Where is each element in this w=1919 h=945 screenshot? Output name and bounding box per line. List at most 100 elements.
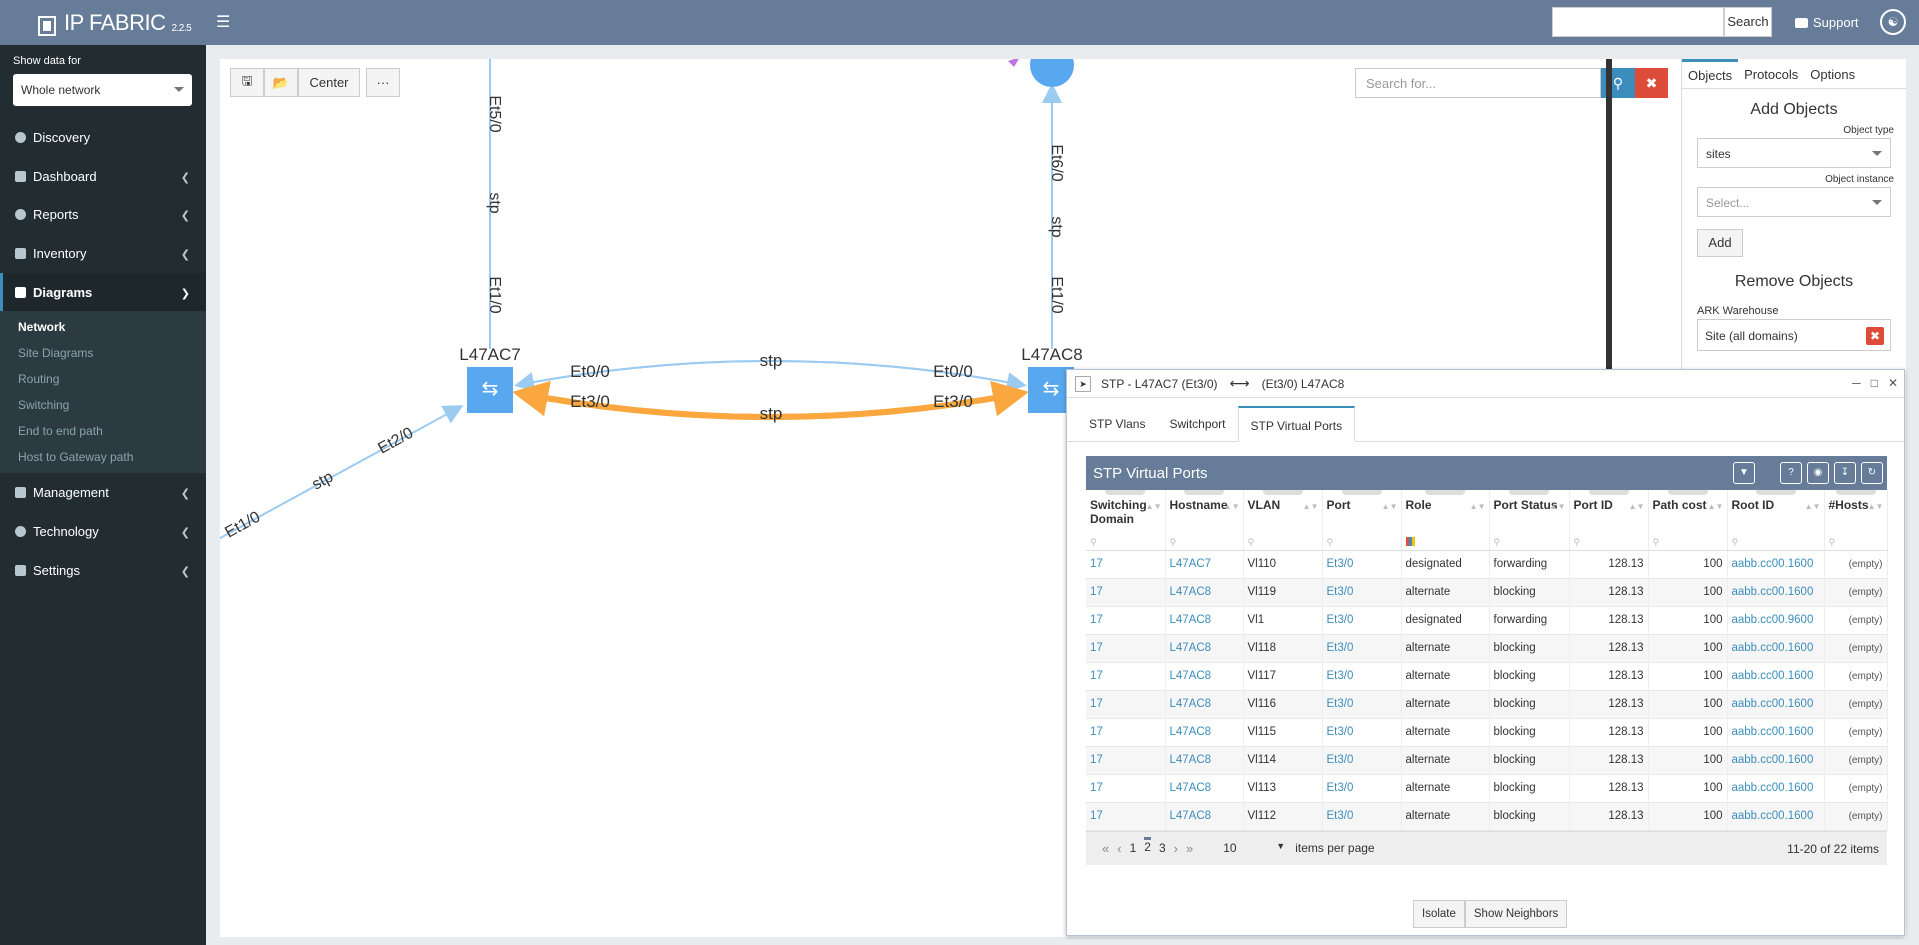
send-icon[interactable]: ➤ [1075, 375, 1091, 392]
table-cell[interactable]: L47AC8 [1165, 718, 1244, 747]
tab-objects[interactable]: Objects [1682, 59, 1739, 88]
table-cell[interactable]: Et3/0 [1322, 690, 1402, 719]
table-cell[interactable]: 17 [1086, 774, 1166, 803]
table-row[interactable]: 17 L47AC8 Vl116 Et3/0 alternate blocking 128.1… [1086, 690, 1888, 719]
maximize-icon[interactable]: □ [1871, 376, 1878, 390]
table-cell[interactable]: 17 [1086, 550, 1166, 579]
app-logo[interactable]: IP FABRIC 2.2.5 [38, 10, 192, 36]
sidebar-item-dashboard[interactable]: Dashboard ❮ [0, 157, 206, 196]
top-search-input[interactable] [1552, 7, 1724, 37]
close-icon[interactable]: ✕ [1888, 376, 1898, 390]
upper-router-node[interactable] [1030, 43, 1074, 87]
submenu-item-site-diagrams[interactable]: Site Diagrams [0, 340, 206, 366]
column-filter-input[interactable]: ⚲ [1824, 536, 1888, 551]
column-filter-input[interactable]: ⚲ [1489, 536, 1570, 551]
tab-stp-vlans[interactable]: STP Vlans [1077, 406, 1157, 441]
per-page-select[interactable]: 10 ▼ [1223, 841, 1285, 855]
table-cell[interactable]: aabb.cc00.9600 [1727, 606, 1825, 635]
sidebar-item-management[interactable]: Management ❮ [0, 473, 206, 512]
sidebar-item-reports[interactable]: Reports ❮ [0, 195, 206, 234]
sidebar-item-settings[interactable]: Settings ❮ [0, 551, 206, 590]
table-cell[interactable]: 17 [1086, 718, 1166, 747]
table-row[interactable]: 17 L47AC8 Vl114 Et3/0 alternate blocking 128.1… [1086, 746, 1888, 775]
dialog-title-bar[interactable]: ➤ STP - L47AC7 (Et3/0) ⟷ (Et3/0) L47AC8 … [1067, 370, 1904, 398]
column-header[interactable]: Port ID ▲▼ [1569, 490, 1649, 536]
table-cell[interactable]: 17 [1086, 746, 1166, 775]
column-header[interactable]: Role ▲▼ [1401, 490, 1490, 536]
sidebar-item-technology[interactable]: Technology ❮ [0, 512, 206, 551]
sidebar-item-inventory[interactable]: Inventory ❮ [0, 234, 206, 273]
top-search-button[interactable]: Search [1724, 7, 1772, 37]
column-header[interactable]: Port ▲▼ [1322, 490, 1402, 536]
table-cell[interactable]: Et3/0 [1322, 578, 1402, 607]
clear-search-icon[interactable]: ✖ [1635, 68, 1668, 98]
submenu-item-end-to-end-path[interactable]: End to end path [0, 418, 206, 444]
filter-clear-icon[interactable]: ▼ [1733, 462, 1755, 484]
remove-site-icon[interactable]: ✖ [1866, 327, 1884, 345]
tab-switchport[interactable]: Switchport [1157, 406, 1237, 441]
table-cell[interactable]: 17 [1086, 634, 1166, 663]
page-3[interactable]: 3 [1159, 841, 1166, 855]
color-filter-icon[interactable] [1401, 536, 1490, 551]
column-header[interactable]: VLAN ▲▼ [1243, 490, 1323, 536]
table-cell[interactable]: L47AC8 [1165, 578, 1244, 607]
table-cell[interactable]: aabb.cc00.1600 [1727, 634, 1825, 663]
column-filter-input[interactable]: ⚲ [1165, 536, 1244, 551]
table-cell[interactable]: aabb.cc00.1600 [1727, 550, 1825, 579]
support-link[interactable]: Support [1795, 15, 1859, 30]
table-cell[interactable]: Et3/0 [1322, 606, 1402, 635]
scope-select[interactable]: Whole network [13, 74, 192, 106]
column-filter-input[interactable]: ⚲ [1322, 536, 1402, 551]
save-icon[interactable]: 🖫 [230, 68, 264, 97]
column-filter-input[interactable]: ⚲ [1243, 536, 1323, 551]
tab-stp-virtual-ports[interactable]: STP Virtual Ports [1237, 406, 1356, 442]
column-filter-input[interactable]: ⚲ [1648, 536, 1728, 551]
column-header[interactable]: Hostname ▲▼ [1165, 490, 1244, 536]
tab-protocols[interactable]: Protocols [1738, 59, 1804, 88]
table-cell[interactable]: Et3/0 [1322, 634, 1402, 663]
table-cell[interactable]: L47AC8 [1165, 662, 1244, 691]
table-row[interactable]: 17 L47AC8 Vl112 Et3/0 alternate blocking 128.1… [1086, 802, 1888, 831]
page-2[interactable]: 2 [1144, 837, 1151, 854]
isolate-button[interactable]: Isolate [1413, 900, 1465, 928]
eye-icon[interactable]: ◉ [1807, 462, 1829, 484]
panel-splitter[interactable] [1606, 59, 1612, 369]
download-icon[interactable]: ↧ [1834, 462, 1856, 484]
column-header[interactable]: Root ID ▲▼ [1727, 490, 1825, 536]
submenu-item-switching[interactable]: Switching [0, 392, 206, 418]
table-row[interactable]: 17 L47AC7 Vl110 Et3/0 designated forwarding 12… [1086, 550, 1888, 579]
table-cell[interactable]: Et3/0 [1322, 550, 1402, 579]
table-cell[interactable]: L47AC7 [1165, 550, 1244, 579]
column-filter-input[interactable]: ⚲ [1569, 536, 1649, 551]
open-folder-icon[interactable]: 📂 [264, 68, 298, 97]
table-cell[interactable]: Et3/0 [1322, 718, 1402, 747]
submenu-item-network[interactable]: Network [0, 314, 206, 340]
table-cell[interactable]: 17 [1086, 662, 1166, 691]
table-cell[interactable]: aabb.cc00.1600 [1727, 774, 1825, 803]
table-cell[interactable]: aabb.cc00.1600 [1727, 746, 1825, 775]
center-button[interactable]: Center [298, 68, 360, 97]
column-filter-input[interactable]: ⚲ [1086, 536, 1166, 551]
table-cell[interactable]: 17 [1086, 606, 1166, 635]
tab-options[interactable]: Options [1804, 59, 1861, 88]
table-cell[interactable]: aabb.cc00.1600 [1727, 802, 1825, 831]
table-row[interactable]: 17 L47AC8 Vl113 Et3/0 alternate blocking 128.1… [1086, 774, 1888, 803]
prev-page-icon[interactable]: ‹ [1117, 841, 1121, 856]
add-button[interactable]: Add [1697, 229, 1743, 257]
column-header[interactable]: Port Status ▲▼ [1489, 490, 1570, 536]
table-row[interactable]: 17 L47AC8 Vl119 Et3/0 alternate blocking 128.1… [1086, 578, 1888, 607]
next-page-icon[interactable]: › [1174, 841, 1178, 856]
table-cell[interactable]: aabb.cc00.1600 [1727, 662, 1825, 691]
table-cell[interactable]: L47AC8 [1165, 634, 1244, 663]
last-page-icon[interactable]: » [1186, 841, 1193, 856]
table-cell[interactable]: 17 [1086, 690, 1166, 719]
table-cell[interactable]: aabb.cc00.1600 [1727, 718, 1825, 747]
show-neighbors-button[interactable]: Show Neighbors [1464, 900, 1568, 928]
column-header[interactable]: Switching Domain ▲▼ [1086, 490, 1166, 536]
table-row[interactable]: 17 L47AC8 Vl1 Et3/0 designated forwarding 128.… [1086, 606, 1888, 635]
diagram-search-input[interactable]: Search for... [1355, 68, 1601, 98]
table-cell[interactable]: Et3/0 [1322, 746, 1402, 775]
column-filter-input[interactable]: ⚲ [1727, 536, 1825, 551]
table-cell[interactable]: aabb.cc00.1600 [1727, 578, 1825, 607]
table-cell[interactable]: 17 [1086, 802, 1166, 831]
